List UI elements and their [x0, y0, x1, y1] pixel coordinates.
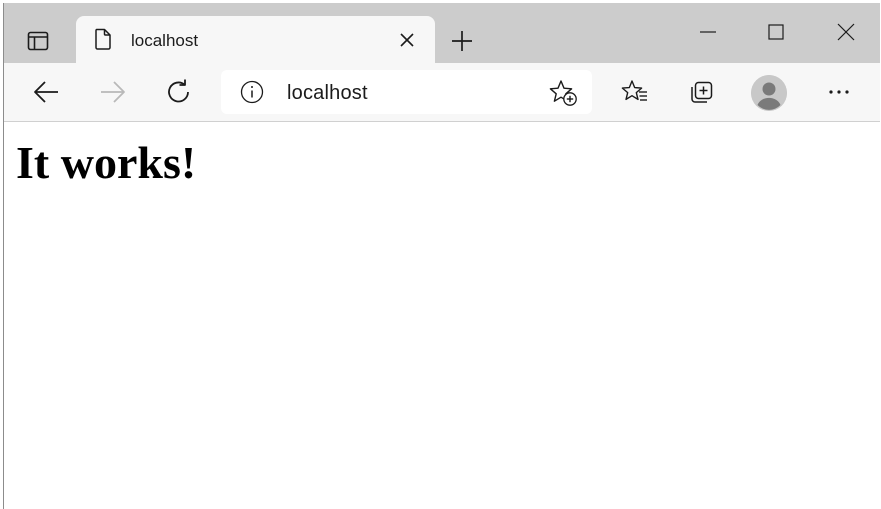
tab-localhost[interactable]: localhost: [76, 16, 435, 63]
tab-actions-button[interactable]: [18, 21, 58, 61]
favorites-button[interactable]: [615, 73, 655, 111]
back-button[interactable]: [26, 73, 66, 111]
close-icon: [837, 23, 855, 41]
url-text[interactable]: localhost: [287, 82, 368, 105]
maximize-icon: [768, 24, 784, 40]
star-add-icon: [549, 80, 577, 106]
tab-actions-icon: [27, 30, 49, 52]
forward-button[interactable]: [93, 73, 133, 111]
tab-title: localhost: [131, 31, 199, 50]
minimize-button[interactable]: [693, 17, 723, 47]
more-icon: [829, 90, 849, 94]
toolbar: localhost: [4, 63, 880, 122]
arrow-left-icon: [34, 81, 58, 103]
arrow-right-icon: [101, 81, 125, 103]
profile-button[interactable]: [751, 75, 787, 111]
close-window-button[interactable]: [831, 17, 861, 47]
info-icon: [240, 80, 264, 104]
favorites-icon: [621, 80, 647, 101]
refresh-button[interactable]: [159, 73, 199, 111]
plus-icon: [452, 31, 472, 51]
maximize-button[interactable]: [761, 17, 791, 47]
page-icon: [91, 27, 115, 51]
avatar-icon: [751, 75, 787, 111]
browser-window: localhost localhost It works!: [3, 3, 880, 509]
more-button[interactable]: [819, 73, 859, 111]
close-tab-button[interactable]: [397, 30, 417, 50]
close-icon: [400, 33, 414, 47]
page-content: It works!: [4, 122, 880, 509]
refresh-icon: [168, 79, 189, 103]
page-heading: It works!: [16, 137, 197, 188]
address-bar[interactable]: localhost: [221, 70, 592, 114]
site-info-button[interactable]: [240, 80, 264, 104]
collections-icon: [691, 81, 713, 103]
tab-strip: localhost: [4, 3, 880, 63]
collections-button[interactable]: [681, 73, 721, 111]
new-tab-button[interactable]: [444, 23, 480, 59]
minimize-icon: [700, 31, 716, 33]
add-favorite-button[interactable]: [548, 79, 578, 107]
